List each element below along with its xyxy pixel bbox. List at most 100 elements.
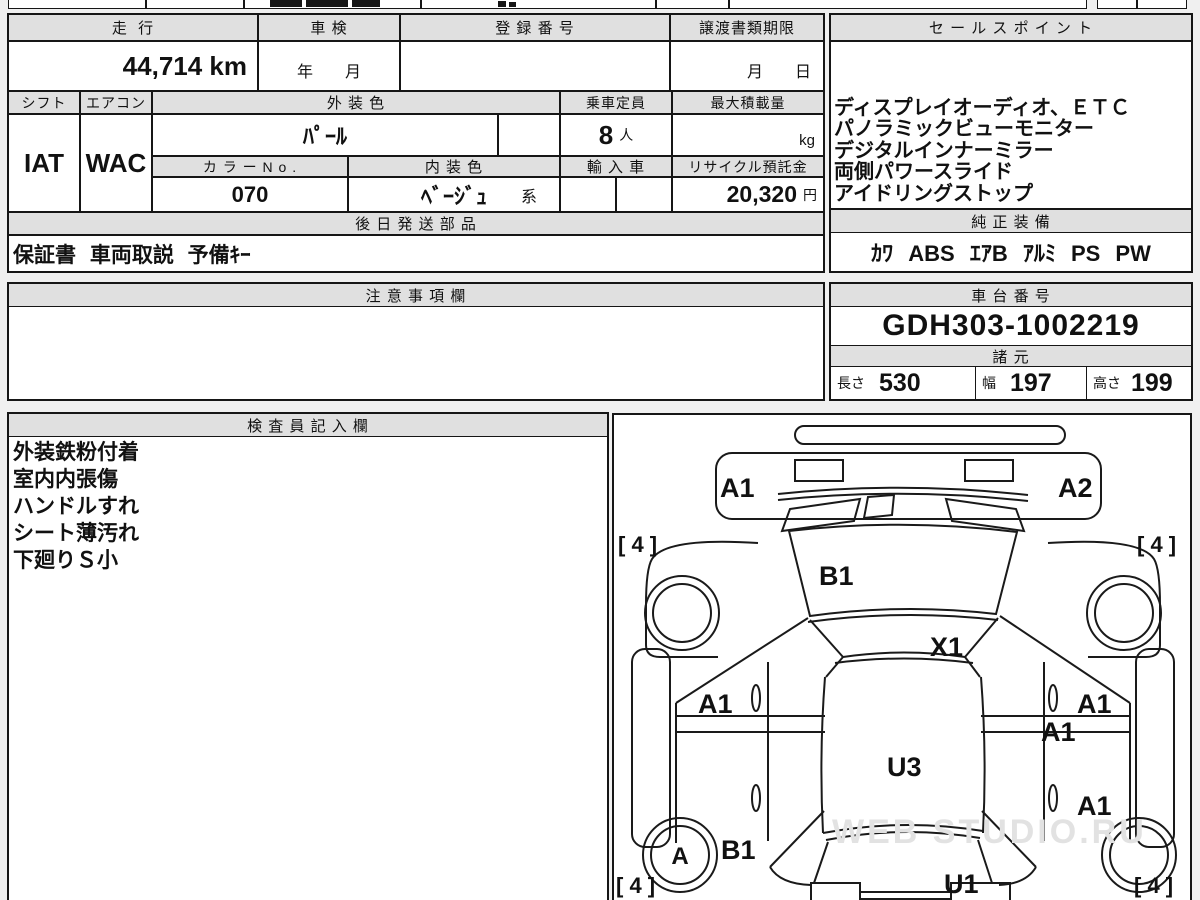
- cowl-line: [777, 492, 1029, 502]
- sales-point-item: ディスプレイオーディオ、ＥＴＣ: [834, 96, 1130, 119]
- max-load-value: kg: [672, 114, 824, 156]
- import-car-cell-1: [560, 177, 616, 212]
- interior-color-header: 内 装 色: [348, 156, 560, 177]
- vent-glass-center: [862, 493, 896, 520]
- watermark: WEB STUDIO.RU: [832, 813, 1147, 851]
- transfer-deadline-value: 月 日: [670, 41, 824, 91]
- sales-point-item: アイドリングストップ: [834, 182, 1033, 205]
- shaken-value: 年 月: [258, 41, 400, 91]
- rear-bumper-left: [810, 882, 861, 900]
- cutoff-divider: [655, 0, 657, 9]
- notes-body: [8, 306, 824, 400]
- capacity-value: 8 人: [560, 114, 672, 156]
- bumper-detail-right: [964, 459, 1014, 482]
- cutoff-divider: [145, 0, 147, 9]
- hood-bottom-line: [807, 613, 999, 623]
- rear-bumper-center: [860, 891, 951, 900]
- recycle-amount: 20,320: [726, 181, 797, 207]
- interior-color-value: ﾍﾞｰｼﾞｭ 系: [348, 177, 560, 212]
- cutoff-text-fragment: [352, 0, 380, 7]
- inspector-header: 検 査 員 記 入 欄: [8, 413, 608, 437]
- spec-length-value: 530: [879, 368, 921, 397]
- spec-height-label: 高さ: [1093, 375, 1121, 391]
- mileage-value: 44,714 km: [8, 41, 258, 91]
- door-handle: [751, 784, 761, 812]
- capacity-unit: 人: [619, 127, 634, 143]
- chassis-number: GDH303-1002219: [830, 306, 1192, 346]
- wheel-mark-rear-left: A: [671, 843, 688, 870]
- front-fender-right: [1047, 540, 1161, 658]
- color-no-header: カ ラ ー N o .: [152, 156, 348, 177]
- color-no-value: 070: [152, 177, 348, 212]
- cutoff-text-fragment: [509, 2, 516, 7]
- damage-label-right-side-mid: A1: [1041, 717, 1076, 747]
- cutoff-text-fragment: [306, 0, 348, 7]
- damage-label-front-right: A2: [1058, 473, 1093, 503]
- damage-label-right-side-top: A1: [1077, 689, 1112, 719]
- interior-color-suffix: 系: [520, 188, 537, 206]
- exterior-color-extra-cell: [498, 114, 560, 156]
- cutoff-cell: [8, 0, 1087, 9]
- cutoff-cell: [1097, 0, 1137, 9]
- aircon-value: WAC: [80, 114, 152, 212]
- cutoff-divider: [420, 0, 422, 9]
- sales-point-item: 両側パワースライド: [834, 161, 1013, 183]
- inspector-note: 下廻りＳ小: [13, 549, 118, 572]
- damage-label-front-left: A1: [720, 473, 755, 503]
- door-handle: [1048, 784, 1058, 812]
- transfer-deadline-header: 譲渡書類期限: [670, 14, 824, 41]
- windshield-side-left: [809, 619, 844, 658]
- tire-depth-rear-left: [ 4 ]: [616, 873, 655, 898]
- specs-header: 諸 元: [830, 345, 1192, 367]
- sales-points-header: セ ー ル ス ポ イ ン ト: [830, 14, 1192, 41]
- front-fender-left: [645, 540, 759, 658]
- inspector-note: ハンドルすれ: [13, 495, 139, 518]
- max-load-header: 最大積載量: [672, 91, 824, 114]
- cutoff-text-fragment: [498, 1, 506, 7]
- spec-width-cell: 幅 197: [975, 366, 1087, 400]
- damage-diagram-box: WEB STUDIO.RU A1 A2 [4] [4] B1 X1 A1…: [612, 413, 1192, 900]
- tire-depth-front-right: [ 4 ]: [1137, 532, 1176, 557]
- roof-edge-right: [980, 676, 986, 834]
- spec-length-label: 長さ: [837, 375, 865, 391]
- spec-width-label: 幅: [982, 375, 996, 391]
- damage-label-windshield: X1: [930, 632, 963, 662]
- inspector-note: シート薄汚れ: [13, 522, 139, 545]
- registration-header: 登 録 番 号: [400, 14, 670, 41]
- spec-height-cell: 高さ 199: [1086, 366, 1192, 400]
- tire-depth-rear-right: [ 4 ]: [1134, 873, 1173, 898]
- roof-edge-left: [820, 676, 826, 834]
- mileage-header: 走 行: [8, 14, 258, 41]
- import-car-cell-2: [616, 177, 672, 212]
- rear-corner-left: [769, 866, 812, 886]
- cutoff-text-fragment: [270, 0, 302, 7]
- shift-header: シフト: [8, 91, 80, 114]
- cutoff-divider: [243, 0, 245, 9]
- door-handle: [751, 684, 761, 712]
- front-left-wheel-inner: [652, 583, 712, 643]
- damage-label-roof: U3: [887, 752, 922, 782]
- front-bumper: [715, 452, 1102, 520]
- recycle-value-cell: 20,320 円: [672, 177, 824, 212]
- side-step-left: [631, 648, 671, 848]
- registration-value: [400, 41, 670, 91]
- spec-length-cell: 長さ 530: [830, 366, 976, 400]
- tire-depth-front-left: [ 4 ]: [618, 532, 657, 557]
- shift-value: IAT: [8, 114, 80, 212]
- auction-sheet: 走 行 車 検 登 録 番 号 譲渡書類期限 44,714 km 年 月 月 日…: [0, 0, 1200, 900]
- damage-label-rear-left: B1: [721, 835, 756, 865]
- inspector-note: 外装鉄粉付着: [13, 441, 139, 464]
- recycle-header: リサイクル預託金: [672, 156, 824, 177]
- roof-front-strip: [794, 425, 1066, 445]
- damage-label-left-side: A1: [698, 689, 733, 719]
- notes-header: 注 意 事 項 欄: [8, 283, 824, 307]
- inspector-note: 室内内張傷: [13, 468, 118, 491]
- later-parts-header: 後 日 発 送 部 品: [8, 212, 824, 235]
- sales-points-body: ディスプレイオーディオ、ＥＴＣ パノラミックビューモニター デジタルインナーミラ…: [830, 41, 1192, 209]
- c-pillar-left: [769, 810, 825, 868]
- interior-color-name: ﾍﾞｰｼﾞｭ: [420, 183, 487, 209]
- exterior-color-header: 外 装 色: [152, 91, 560, 114]
- exterior-color-value: ﾊﾟｰﾙ: [152, 114, 498, 156]
- bumper-detail-left: [794, 459, 844, 482]
- cutoff-divider: [728, 0, 730, 9]
